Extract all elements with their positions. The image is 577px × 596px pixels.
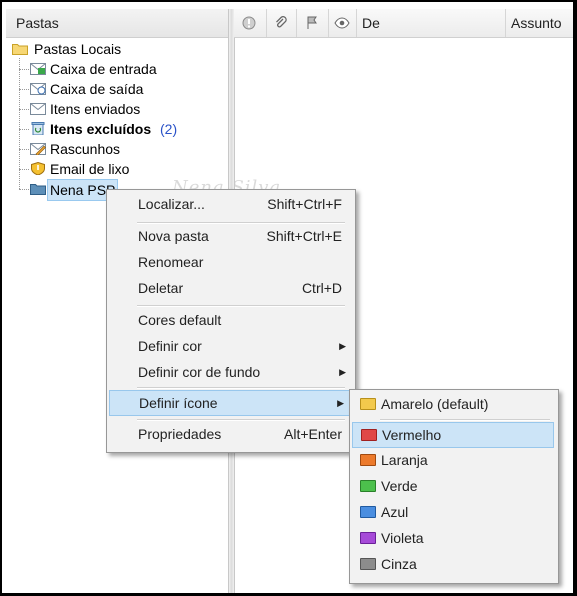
menu-item-label: Localizar... — [138, 196, 205, 212]
folder-icon — [12, 44, 28, 55]
folder-context-menu: Localizar... Shift+Ctrl+F Nova pasta Shi… — [106, 189, 356, 453]
tree-guide-line — [19, 89, 29, 90]
red-folder-icon — [361, 429, 377, 441]
submenu-arrow-icon: ▶ — [339, 367, 346, 377]
submenu-item-label: Cinza — [381, 556, 417, 572]
menu-item-shortcut: Shift+Ctrl+E — [266, 228, 342, 244]
menu-item-deletar[interactable]: Deletar Ctrl+D — [110, 276, 352, 300]
junk-icon — [31, 162, 45, 175]
menu-item-label: Definir ícone — [139, 395, 218, 411]
menu-separator — [137, 305, 345, 307]
column-watch[interactable] — [328, 9, 357, 37]
submenu-item-amarelo[interactable]: Amarelo (default) — [353, 392, 555, 416]
sent-icon — [30, 103, 46, 115]
submenu-item-label: Amarelo (default) — [381, 396, 489, 412]
tree-guide-line — [19, 169, 29, 170]
submenu-item-cinza[interactable]: Cinza — [353, 552, 555, 576]
unread-count: (2) — [160, 121, 178, 137]
submenu-item-label: Violeta — [381, 530, 424, 546]
trash-icon — [31, 122, 45, 135]
menu-item-definir-icone[interactable]: Definir ícone ▶ — [109, 390, 351, 416]
tree-item-label: Caixa de entrada — [50, 61, 157, 77]
column-from-label: De — [362, 15, 380, 31]
menu-item-nova-pasta[interactable]: Nova pasta Shift+Ctrl+E — [110, 224, 352, 248]
tree-guide-line — [19, 129, 29, 130]
folders-panel-header: Pastas — [6, 9, 228, 38]
menu-item-localizar[interactable]: Localizar... Shift+Ctrl+F — [110, 192, 352, 216]
green-folder-icon — [360, 480, 376, 492]
submenu-item-label: Azul — [381, 504, 409, 520]
tree-guide-line — [19, 189, 29, 190]
tree-item-label: Rascunhos — [50, 141, 121, 157]
column-from[interactable]: De — [356, 9, 506, 37]
menu-separator — [137, 419, 345, 421]
submenu-item-label: Laranja — [381, 452, 428, 468]
folder-icon — [30, 184, 46, 195]
column-priority[interactable] — [234, 9, 267, 37]
menu-item-shortcut: Shift+Ctrl+F — [267, 196, 342, 212]
submenu-arrow-icon: ▶ — [337, 398, 344, 408]
orange-folder-icon — [360, 454, 376, 466]
menu-item-cores-default[interactable]: Cores default — [110, 308, 352, 332]
menu-separator — [137, 387, 345, 389]
column-flag[interactable] — [296, 9, 329, 37]
priority-icon — [242, 16, 256, 30]
folders-header-label: Pastas — [16, 15, 59, 31]
eye-icon — [334, 17, 350, 29]
violet-folder-icon — [360, 532, 376, 544]
menu-item-label: Propriedades — [138, 426, 222, 442]
gray-folder-icon — [360, 558, 376, 570]
submenu-arrow-icon: ▶ — [339, 341, 346, 351]
tree-item-label: Caixa de saída — [50, 81, 144, 97]
flag-icon — [307, 16, 317, 29]
menu-item-shortcut: Ctrl+D — [301, 280, 342, 296]
menu-item-label: Definir cor de fundo — [138, 364, 261, 380]
tree-guide-line — [19, 149, 29, 150]
submenu-item-azul[interactable]: Azul — [353, 500, 555, 524]
column-attachment[interactable] — [266, 9, 297, 37]
tree-guide-line — [19, 69, 29, 70]
menu-item-label: Nova pasta — [138, 228, 209, 244]
tree-item-label: Itens excluídos — [50, 121, 152, 137]
tree-item-label: Email de lixo — [50, 161, 130, 177]
tree-item-label: Pastas Locais — [34, 41, 122, 57]
menu-separator — [380, 419, 550, 421]
message-list-header: De Assunto — [234, 9, 573, 38]
yellow-folder-icon — [360, 398, 376, 410]
menu-item-definir-cor[interactable]: Definir cor ▶ — [110, 334, 352, 358]
inbox-icon — [30, 63, 46, 75]
column-subject[interactable]: Assunto — [505, 9, 573, 37]
tree-item-label: Itens enviados — [50, 101, 141, 117]
menu-item-label: Renomear — [138, 254, 204, 270]
column-subject-label: Assunto — [511, 15, 562, 31]
submenu-item-verde[interactable]: Verde — [353, 474, 555, 498]
submenu-item-label: Verde — [381, 478, 418, 494]
menu-item-label: Deletar — [138, 280, 184, 296]
menu-item-propriedades[interactable]: Propriedades Alt+Enter — [110, 422, 352, 446]
submenu-item-vermelho[interactable]: Vermelho — [352, 422, 554, 448]
outbox-icon — [30, 83, 46, 95]
menu-item-label: Definir cor — [138, 338, 202, 354]
menu-item-renomear[interactable]: Renomear — [110, 250, 352, 274]
paperclip-icon — [276, 16, 287, 28]
icon-color-submenu: Amarelo (default) Vermelho Laranja Verde… — [349, 389, 559, 584]
menu-item-definir-cor-de-fundo[interactable]: Definir cor de fundo ▶ — [110, 360, 352, 384]
submenu-item-label: Vermelho — [382, 427, 442, 443]
submenu-item-laranja[interactable]: Laranja — [353, 448, 555, 472]
menu-item-label: Cores default — [138, 312, 222, 328]
tree-guide-line — [19, 109, 29, 110]
menu-item-shortcut: Alt+Enter — [284, 426, 342, 442]
drafts-icon — [30, 143, 46, 155]
blue-folder-icon — [360, 506, 376, 518]
submenu-item-violeta[interactable]: Violeta — [353, 526, 555, 550]
